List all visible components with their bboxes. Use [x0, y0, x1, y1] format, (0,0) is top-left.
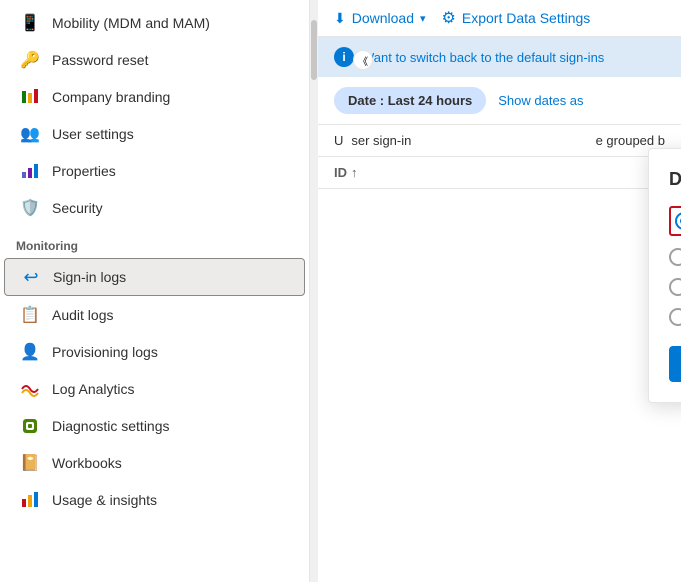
grouped-label: e grouped b	[596, 133, 665, 148]
sidebar-item-label: Password reset	[52, 52, 148, 68]
analytics-icon	[20, 379, 40, 399]
date-option-last-1-month[interactable]: Last 1 month	[669, 206, 681, 236]
user-settings-icon: 👥	[20, 124, 40, 144]
security-icon: 🛡️	[20, 198, 40, 218]
branding-icon	[20, 87, 40, 107]
table-header-area: U ser sign-in e grouped b	[318, 125, 681, 157]
date-chip-prefix: Date :	[348, 93, 388, 108]
sign-in-icon: ↩	[21, 267, 41, 287]
sidebar-item-label: Provisioning logs	[52, 344, 158, 360]
date-option-last-24-hours[interactable]: Last 24 hours	[669, 278, 681, 296]
sort-icon: ↑	[351, 165, 358, 180]
scroll-thumb[interactable]	[311, 20, 317, 80]
selected-option-box: Last 1 month	[669, 206, 681, 236]
sidebar-item-diagnostic-settings[interactable]: Diagnostic settings	[4, 408, 305, 444]
sidebar-item-label: Usage & insights	[52, 492, 157, 508]
usage-icon	[20, 490, 40, 510]
info-text: Want to switch back to the default sign-…	[362, 50, 604, 65]
sidebar-item-log-analytics[interactable]: Log Analytics	[4, 371, 305, 407]
radio-unselected-icon	[669, 278, 681, 296]
gear-icon: ⚙	[442, 8, 456, 28]
sidebar-item-label: Diagnostic settings	[52, 418, 170, 434]
show-dates-button[interactable]: Show dates as	[498, 93, 583, 108]
diagnostic-icon	[20, 416, 40, 436]
sidebar-item-label: Audit logs	[52, 307, 113, 323]
id-col-header: ID	[334, 165, 347, 180]
provisioning-icon: 👤	[20, 342, 40, 362]
radio-unselected-icon	[669, 308, 681, 326]
radio-unselected-icon	[669, 248, 681, 266]
date-option-custom-time[interactable]: Custom time interval	[669, 308, 681, 326]
main-content: ⬇ Download ▾ ⚙ Export Data Settings i Wa…	[318, 0, 681, 582]
workbooks-icon: 📔	[20, 453, 40, 473]
date-chip-value: Last 24 hours	[388, 93, 473, 108]
audit-icon: 📋	[20, 305, 40, 325]
sidebar-item-label: Security	[52, 200, 103, 216]
sidebar-item-provisioning-logs[interactable]: 👤 Provisioning logs	[4, 334, 305, 370]
download-icon: ⬇	[334, 10, 346, 27]
monitoring-section-label: Monitoring	[0, 227, 309, 257]
sidebar-item-properties[interactable]: Properties	[4, 153, 305, 189]
sidebar-item-label: Sign-in logs	[53, 269, 126, 285]
user-sign-in-label: ser sign-in	[351, 133, 411, 148]
download-label: Download	[352, 10, 414, 26]
sidebar-item-company-branding[interactable]: Company branding	[4, 79, 305, 115]
sidebar: 📱 Mobility (MDM and MAM) 🔑 Password rese…	[0, 0, 310, 582]
popup-title: Date	[669, 169, 681, 190]
sidebar-item-label: Company branding	[52, 89, 170, 105]
download-button[interactable]: ⬇ Download ▾	[334, 10, 426, 27]
radio-selected-icon	[675, 212, 681, 230]
filter-bar: Date : Last 24 hours Show dates as	[318, 77, 681, 125]
sidebar-item-sign-in-logs[interactable]: ↩ Sign-in logs	[4, 258, 305, 296]
password-icon: 🔑	[20, 50, 40, 70]
col-headers: ID ↑	[318, 157, 681, 189]
date-chip-button[interactable]: Date : Last 24 hours	[334, 87, 486, 114]
sidebar-item-label: Workbooks	[52, 455, 122, 471]
apply-button[interactable]: Apply	[669, 346, 681, 382]
collapse-button[interactable]: 《	[353, 50, 373, 70]
collapse-icon: 《	[358, 53, 368, 68]
sidebar-item-audit-logs[interactable]: 📋 Audit logs	[4, 297, 305, 333]
download-chevron-icon: ▾	[420, 12, 426, 25]
sidebar-item-mobility[interactable]: 📱 Mobility (MDM and MAM)	[4, 5, 305, 41]
sidebar-item-label: User settings	[52, 126, 134, 142]
export-label: Export Data Settings	[462, 10, 590, 26]
sidebar-item-label: Mobility (MDM and MAM)	[52, 15, 210, 31]
properties-icon	[20, 161, 40, 181]
export-button[interactable]: ⚙ Export Data Settings	[442, 8, 591, 28]
info-icon: i	[334, 47, 354, 67]
sidebar-item-user-settings[interactable]: 👥 User settings	[4, 116, 305, 152]
u-col-label: U	[334, 133, 343, 148]
sidebar-item-workbooks[interactable]: 📔 Workbooks	[4, 445, 305, 481]
sidebar-item-password-reset[interactable]: 🔑 Password reset	[4, 42, 305, 78]
mobility-icon: 📱	[20, 13, 40, 33]
sidebar-item-label: Log Analytics	[52, 381, 135, 397]
date-option-last-7-days[interactable]: Last 7 days	[669, 248, 681, 266]
date-popup: Date Last 1 month Last 7 days Last 24 ho…	[648, 148, 681, 403]
sidebar-item-usage-insights[interactable]: Usage & insights	[4, 482, 305, 518]
sidebar-item-security[interactable]: 🛡️ Security	[4, 190, 305, 226]
sidebar-item-label: Properties	[52, 163, 116, 179]
toolbar: ⬇ Download ▾ ⚙ Export Data Settings	[318, 0, 681, 37]
scrollbar[interactable]	[310, 0, 318, 582]
